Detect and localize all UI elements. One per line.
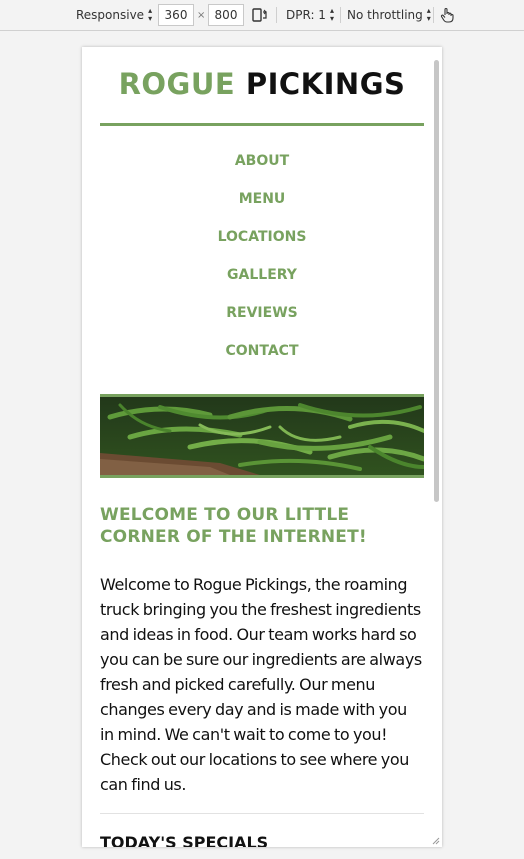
throttling-label: No throttling (347, 8, 423, 22)
device-mode-label: Responsive (76, 8, 145, 22)
intro-paragraph: Welcome to Rogue Pickings, the roaming t… (100, 575, 422, 794)
nav-item-menu[interactable]: MENU (100, 189, 424, 227)
green-beans-image (100, 397, 424, 475)
scrollbar-thumb[interactable] (434, 60, 439, 502)
nav-item-contact[interactable]: CONTACT (100, 341, 424, 379)
device-mode-select[interactable]: Responsive ▴ ▾ (76, 0, 152, 30)
nav-item-about[interactable]: ABOUT (100, 151, 424, 189)
height-input-wrap: 800 (208, 0, 244, 30)
main-nav: ABOUT MENU LOCATIONS GALLERY REVIEWS CON… (100, 151, 424, 379)
select-caret-icon: ▴ ▾ (148, 6, 153, 23)
specials-heading: TODAY'S SPECIALS (100, 833, 269, 847)
toolbar-divider (340, 7, 341, 23)
viewport-width-input[interactable]: 360 (158, 4, 194, 26)
width-input-wrap: 360 (158, 0, 194, 30)
nav-item-locations[interactable]: LOCATIONS (100, 227, 424, 265)
toolbar-divider (276, 7, 277, 23)
select-caret-icon: ▴ ▾ (426, 6, 431, 23)
touch-toggle-button[interactable] (440, 0, 454, 30)
rotate-device-icon (252, 8, 267, 22)
viewport-height-value: 800 (214, 8, 238, 22)
hand-pointer-icon (440, 7, 454, 23)
device-viewport: ROGUE PICKINGS ABOUT MENU LOCATIONS GALL… (82, 47, 442, 847)
dpr-label: DPR: 1 (286, 8, 326, 22)
devtools-device-toolbar: Responsive ▴ ▾ 360 × 800 DPR: 1 ▴ ▾ No thr… (0, 0, 524, 31)
nav-item-gallery[interactable]: GALLERY (100, 265, 424, 303)
site-logo[interactable]: ROGUE PICKINGS (100, 67, 424, 101)
throttling-select[interactable]: No throttling ▴ ▾ (347, 0, 431, 30)
viewport-width-value: 360 (164, 8, 188, 22)
dpr-select[interactable]: DPR: 1 ▴ ▾ (286, 0, 334, 30)
welcome-heading: WELCOME TO OUR LITTLE CORNER OF THE INTE… (100, 505, 367, 547)
header-divider (100, 123, 424, 126)
viewport-height-input[interactable]: 800 (208, 4, 244, 26)
viewport-scrollbar[interactable] (430, 47, 442, 847)
resize-handle-icon[interactable] (430, 835, 440, 845)
select-caret-icon: ▴ ▾ (329, 6, 334, 23)
logo-word-pickings: PICKINGS (245, 67, 406, 101)
dimension-separator: × (197, 9, 206, 21)
toolbar-divider (433, 7, 434, 23)
hero-image-green-beans (100, 394, 424, 478)
nav-item-reviews[interactable]: REVIEWS (100, 303, 424, 341)
logo-word-rogue: ROGUE (118, 67, 236, 101)
section-divider (100, 813, 424, 814)
rotate-button[interactable] (251, 0, 269, 30)
